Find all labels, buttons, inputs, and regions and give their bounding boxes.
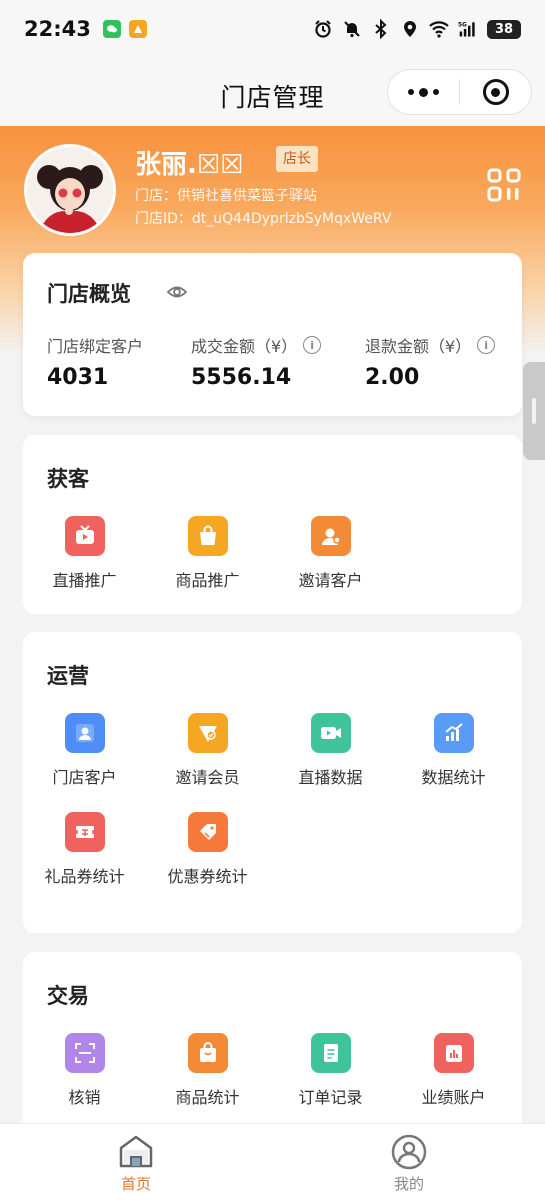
grid-item-live-data[interactable]: 直播数据	[269, 713, 392, 790]
bag-icon	[187, 516, 228, 556]
tab-mine[interactable]: 我的	[339, 1132, 479, 1194]
person-icon	[64, 713, 105, 753]
store-overview-card: 门店概览 门店绑定客户 4031 成交金额（¥） i 5556.14 退款金额（¥…	[23, 253, 522, 416]
grid-label: 核销	[68, 1088, 101, 1107]
tv-icon	[64, 516, 105, 556]
svg-text:5G: 5G	[458, 23, 467, 29]
user-name: 张丽.☒☒	[135, 150, 244, 180]
more-menu-button[interactable]	[388, 87, 459, 97]
section-operations: 运营 门店客户 邀请会员 直播数据 数据统计 礼品券统计 优惠券统计	[23, 632, 522, 933]
battery-indicator: 38	[487, 19, 521, 39]
wifi-icon	[429, 21, 449, 38]
stat-refund-amount: 退款金额（¥） i 2.00	[365, 333, 496, 390]
grid-item-store-customers[interactable]: 门店客户	[23, 713, 146, 790]
section-title: 获客	[47, 467, 89, 491]
home-icon	[119, 1135, 153, 1168]
grid-item-invite-customer[interactable]: 邀请客户	[269, 516, 392, 593]
member-icon	[187, 713, 228, 753]
close-miniprogram-button[interactable]	[460, 79, 531, 105]
grid-label: 商品统计	[175, 1088, 240, 1107]
grid-item-invite-member[interactable]: 邀请会员	[146, 713, 269, 790]
nav-bar: 门店管理	[0, 58, 545, 126]
grid-item-gift-voucher-stats[interactable]: 礼品券统计	[23, 812, 146, 889]
info-icon[interactable]: i	[477, 336, 496, 354]
profile-icon	[391, 1134, 427, 1170]
cellular-signal-icon: 5G	[458, 22, 475, 37]
info-icon[interactable]: i	[303, 336, 322, 354]
user-chat-icon	[310, 516, 351, 556]
video-icon	[310, 713, 351, 753]
tab-home[interactable]: 首页	[66, 1132, 206, 1194]
stat-label: 成交金额（¥）	[191, 337, 298, 356]
grid-label: 业绩账户	[421, 1088, 486, 1107]
grid-item-product-stats[interactable]: 商品统计	[146, 1033, 269, 1110]
grid-label: 商品推广	[175, 571, 240, 590]
shopping-bag-icon	[187, 1033, 228, 1073]
stat-label: 门店绑定客户	[47, 337, 144, 356]
scan-icon	[64, 1033, 105, 1073]
grid-item-order-records[interactable]: 订单记录	[269, 1033, 392, 1110]
grid-label: 直播推广	[52, 571, 117, 590]
bottom-tab-bar: 首页 我的	[0, 1123, 545, 1200]
grid-label: 数据统计	[421, 768, 486, 787]
coupon-icon	[187, 812, 228, 852]
grid-item-live-promotion[interactable]: 直播推广	[23, 516, 146, 593]
role-badge: 店长	[276, 146, 318, 172]
grid-label: 订单记录	[298, 1088, 363, 1107]
stat-bound-customers: 门店绑定客户 4031	[47, 333, 143, 390]
qr-code-icon[interactable]	[486, 167, 522, 203]
section-acquire: 获客 直播推广 商品推广 邀请客户	[23, 435, 522, 614]
section-title: 运营	[47, 664, 89, 688]
grid-label: 优惠券统计	[167, 867, 248, 886]
stat-value: 2.00	[365, 365, 420, 390]
grid-item-verify[interactable]: 核销	[23, 1033, 146, 1110]
bluetooth-icon	[375, 19, 387, 39]
stat-transaction-amount: 成交金额（¥） i 5556.14	[191, 333, 322, 390]
target-icon	[482, 79, 509, 105]
section-trade: 交易 核销 商品统计 订单记录 业绩账户	[23, 952, 522, 1142]
wechat-icon	[102, 20, 121, 38]
store-id: 门店ID：dt_uQ44DyprlzbSyMqxWeRV	[135, 211, 392, 227]
location-icon	[404, 21, 416, 37]
tab-label: 首页	[120, 1175, 151, 1193]
grid-item-performance-account[interactable]: 业绩账户	[392, 1033, 515, 1110]
grid-label: 邀请客户	[298, 571, 363, 590]
store-name: 门店：供销社喜供菜篮子驿站	[135, 188, 317, 204]
stat-label: 退款金额（¥）	[365, 337, 472, 356]
grid-label: 邀请会员	[175, 768, 240, 787]
avatar[interactable]	[24, 144, 116, 236]
wallet-icon	[433, 1033, 474, 1073]
eye-icon[interactable]	[167, 282, 187, 302]
grid-label: 直播数据	[298, 768, 363, 787]
overview-title: 门店概览	[47, 282, 131, 306]
grid-item-coupon-stats[interactable]: 优惠券统计	[146, 812, 269, 889]
stat-value: 4031	[47, 365, 109, 390]
grid-label: 礼品券统计	[44, 867, 125, 886]
status-bar: 22:43 5G 38	[0, 0, 545, 58]
section-title: 交易	[47, 984, 89, 1008]
grid-item-product-promotion[interactable]: 商品推广	[146, 516, 269, 593]
mute-bell-icon	[344, 21, 360, 38]
chart-icon	[433, 713, 474, 753]
tab-label: 我的	[393, 1175, 424, 1193]
alarm-icon	[315, 20, 331, 38]
app-notification-icon	[128, 20, 147, 38]
document-icon	[310, 1033, 351, 1073]
status-time: 22:43	[24, 17, 91, 41]
miniprogram-capsule	[387, 69, 532, 115]
stat-value: 5556.14	[191, 365, 292, 390]
ticket-icon	[64, 812, 105, 852]
grid-item-data-statistics[interactable]: 数据统计	[392, 713, 515, 790]
grid-label: 门店客户	[52, 768, 117, 787]
side-drawer-handle[interactable]	[523, 362, 545, 460]
